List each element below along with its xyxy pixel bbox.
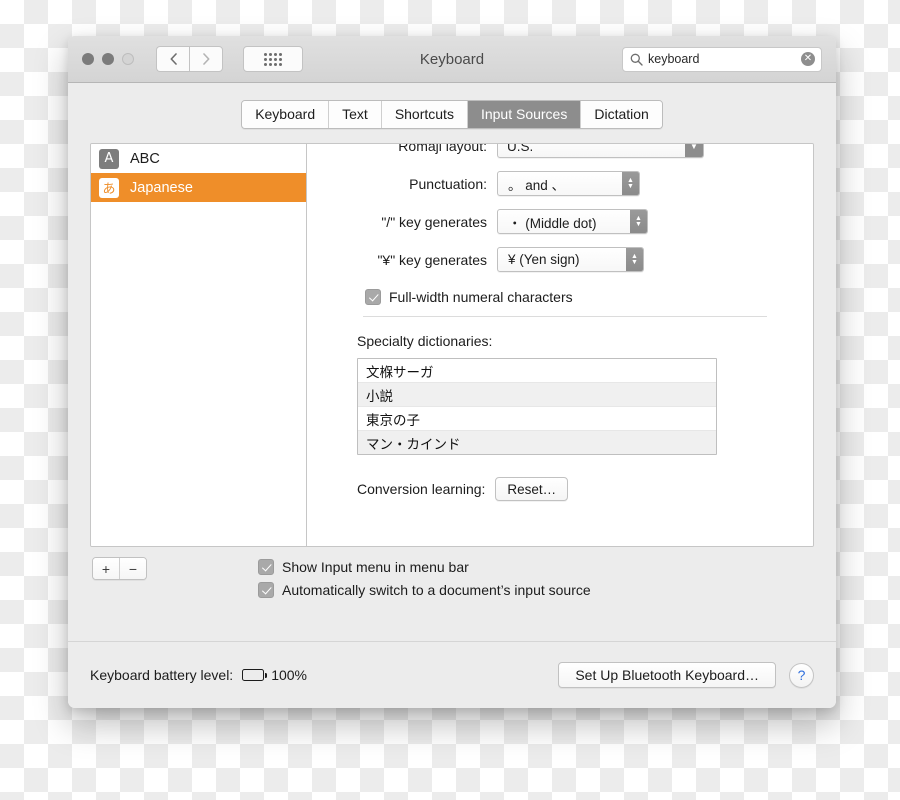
close-button[interactable] bbox=[82, 53, 94, 65]
search-input[interactable]: keyboard bbox=[648, 52, 801, 66]
romaji-layout-popup[interactable]: U.S. ▼ bbox=[497, 144, 704, 158]
input-sources-list[interactable]: A ABC あ Japanese bbox=[91, 144, 307, 546]
window-footer: Keyboard battery level: 100% Set Up Blue… bbox=[68, 641, 836, 708]
chevron-right-icon bbox=[202, 53, 209, 65]
yen-key-value: ¥ (Yen sign) bbox=[508, 252, 580, 267]
back-button[interactable] bbox=[156, 46, 189, 72]
slash-key-row: "/" key generates ・ (Middle dot) ▲ ▼ bbox=[355, 209, 795, 234]
zoom-button[interactable] bbox=[122, 53, 134, 65]
tab-dictation[interactable]: Dictation bbox=[581, 101, 662, 128]
chevron-down-icon: ▼ bbox=[685, 144, 703, 157]
romaji-layout-row: Romaji layout: U.S. ▼ bbox=[355, 144, 795, 158]
list-item[interactable]: 小説 bbox=[358, 383, 716, 407]
slash-key-popup[interactable]: ・ (Middle dot) ▲ ▼ bbox=[497, 209, 648, 234]
tab-keyboard[interactable]: Keyboard bbox=[242, 101, 330, 128]
show-all-button[interactable] bbox=[243, 46, 303, 72]
punctuation-label: Punctuation: bbox=[409, 175, 487, 192]
preference-tabbar: Keyboard Text Shortcuts Input Sources Di… bbox=[68, 83, 836, 143]
battery-icon bbox=[242, 669, 268, 681]
clear-search-icon[interactable]: ✕ bbox=[801, 52, 815, 66]
punctuation-value: 。 and 、 bbox=[508, 177, 566, 193]
chevron-left-icon bbox=[170, 53, 177, 65]
add-input-source-button[interactable]: + bbox=[93, 558, 119, 579]
show-input-menu-label: Show Input menu in menu bar bbox=[282, 559, 469, 575]
conversion-learning-row: Conversion learning: Reset… bbox=[357, 477, 795, 501]
list-item[interactable]: 東京の子 bbox=[358, 407, 716, 431]
reset-button[interactable]: Reset… bbox=[495, 477, 569, 501]
japanese-flag-icon: あ bbox=[99, 177, 119, 198]
slash-key-value: ・ (Middle dot) bbox=[508, 215, 597, 231]
list-item[interactable]: 文椺サーガ bbox=[358, 359, 716, 383]
show-input-menu-row[interactable]: Show Input menu in menu bar bbox=[258, 559, 591, 575]
yen-key-popup[interactable]: ¥ (Yen sign) ▲ ▼ bbox=[497, 247, 644, 272]
tab-shortcuts[interactable]: Shortcuts bbox=[381, 101, 468, 128]
slash-key-label: "/" key generates bbox=[381, 213, 487, 230]
battery-label: Keyboard battery level: bbox=[90, 667, 234, 683]
section-divider bbox=[363, 316, 767, 317]
input-source-japanese[interactable]: あ Japanese bbox=[91, 173, 306, 202]
minimize-button[interactable] bbox=[102, 53, 114, 65]
panel-footer-controls: + − Show Input menu in menu bar Automati… bbox=[90, 547, 814, 641]
punctuation-row: Punctuation: 。 and 、 ▲ ▼ bbox=[355, 171, 795, 196]
remove-input-source-button[interactable]: − bbox=[119, 558, 146, 579]
tab-group: Keyboard Text Shortcuts Input Sources Di… bbox=[241, 100, 663, 129]
traffic-lights bbox=[82, 53, 134, 65]
chevron-updown-icon: ▲ ▼ bbox=[626, 248, 643, 271]
help-button[interactable]: ? bbox=[789, 662, 814, 688]
input-source-abc[interactable]: A ABC bbox=[91, 144, 306, 173]
footer-actions: Set Up Bluetooth Keyboard… ? bbox=[558, 662, 814, 688]
japanese-settings-pane: Romaji layout: U.S. ▼ Punctuation: 。 and… bbox=[307, 144, 813, 546]
navigation-buttons bbox=[156, 46, 223, 72]
input-source-label: Japanese bbox=[130, 179, 193, 196]
battery-status: Keyboard battery level: 100% bbox=[90, 667, 307, 683]
search-icon bbox=[629, 53, 643, 66]
search-field[interactable]: keyboard ✕ bbox=[622, 46, 822, 72]
chevron-updown-icon: ▲ ▼ bbox=[630, 210, 647, 233]
conversion-learning-label: Conversion learning: bbox=[357, 481, 486, 497]
yen-key-row: "¥" key generates ¥ (Yen sign) ▲ ▼ bbox=[355, 247, 795, 272]
grid-dots-icon bbox=[264, 52, 282, 66]
auto-switch-row[interactable]: Automatically switch to a document’s inp… bbox=[258, 582, 591, 598]
tab-input-sources[interactable]: Input Sources bbox=[467, 101, 582, 128]
punctuation-popup[interactable]: 。 and 、 ▲ ▼ bbox=[497, 171, 640, 196]
full-width-checkbox[interactable] bbox=[365, 289, 381, 305]
add-remove-source-buttons: + − bbox=[92, 557, 147, 580]
full-width-checkbox-row[interactable]: Full-width numeral characters bbox=[365, 289, 573, 305]
yen-key-label: "¥" key generates bbox=[377, 251, 487, 268]
romaji-layout-value: U.S. bbox=[507, 144, 534, 154]
window-titlebar: Keyboard keyboard ✕ bbox=[68, 36, 836, 83]
preference-content: A ABC あ Japanese Romaji layout: U.S. ▼ P… bbox=[90, 143, 814, 641]
input-menu-options: Show Input menu in menu bar Automaticall… bbox=[258, 557, 591, 598]
chevron-updown-icon: ▲ ▼ bbox=[622, 172, 639, 195]
keyboard-preferences-window: Keyboard keyboard ✕ Keyboard Text Shortc… bbox=[68, 36, 836, 708]
full-width-label: Full-width numeral characters bbox=[389, 289, 573, 305]
input-source-label: ABC bbox=[130, 150, 160, 167]
auto-switch-label: Automatically switch to a document’s inp… bbox=[282, 582, 591, 598]
input-sources-panel: A ABC あ Japanese Romaji layout: U.S. ▼ P… bbox=[90, 143, 814, 547]
set-up-bluetooth-keyboard-button[interactable]: Set Up Bluetooth Keyboard… bbox=[558, 662, 776, 688]
forward-button[interactable] bbox=[189, 46, 223, 72]
battery-value: 100% bbox=[271, 667, 308, 683]
specialty-dictionaries-label: Specialty dictionaries: bbox=[357, 333, 493, 349]
abc-flag-icon: A bbox=[99, 148, 119, 169]
full-width-row: Full-width numeral characters bbox=[365, 285, 795, 309]
list-item[interactable]: マン・カインド bbox=[358, 431, 716, 454]
show-input-menu-checkbox[interactable] bbox=[258, 559, 274, 575]
tab-text[interactable]: Text bbox=[329, 101, 382, 128]
auto-switch-checkbox[interactable] bbox=[258, 582, 274, 598]
specialty-dictionaries-list[interactable]: 文椺サーガ 小説 東京の子 マン・カインド bbox=[357, 358, 717, 455]
romaji-layout-label: Romaji layout: bbox=[398, 144, 487, 154]
